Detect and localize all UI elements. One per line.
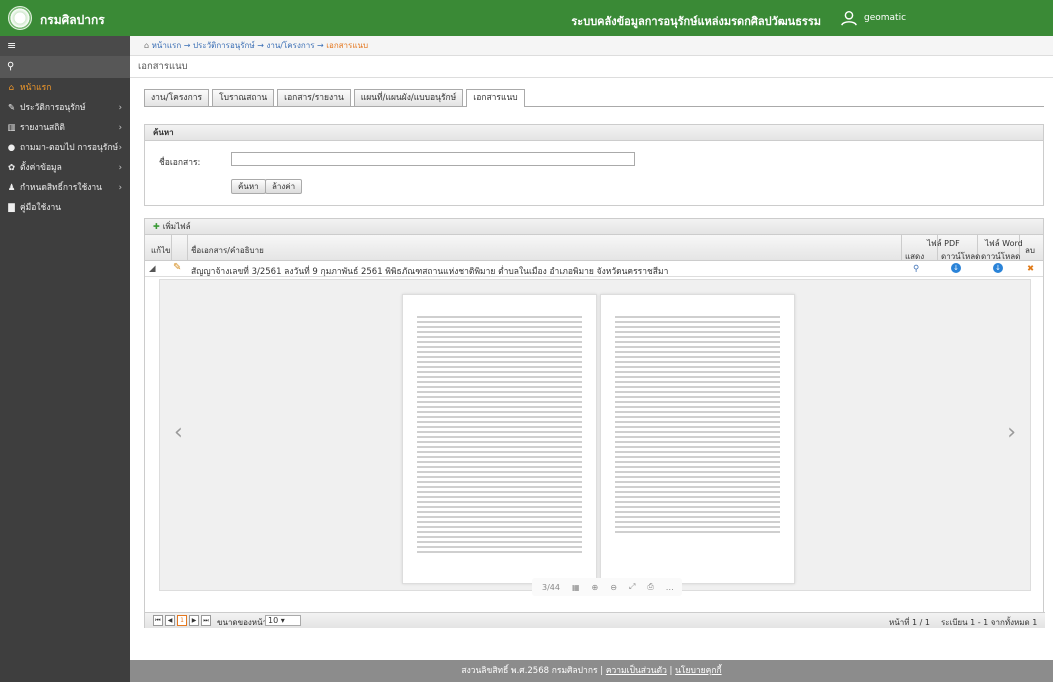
zoom-in-icon[interactable]: ⊕ (592, 583, 599, 592)
tab-projects[interactable]: งาน/โครงการ (144, 89, 210, 106)
sidebar-item-settings[interactable]: ✿ ตั้งค่าข้อมูล › (0, 158, 130, 178)
expand-toggle-icon[interactable]: ◢ (149, 264, 156, 274)
sidebar-item-manual[interactable]: ▇ คู่มือใช้งาน (0, 198, 130, 218)
more-icon[interactable]: … (666, 583, 674, 592)
chevron-right-icon: › (118, 103, 122, 113)
document-page-right (600, 294, 795, 584)
sidebar-item-home[interactable]: ⌂ หน้าแรก (0, 78, 130, 98)
book-icon: ▇ (8, 203, 15, 213)
bar-chart-icon: ▥ (7, 123, 16, 133)
person-icon: ♟ (7, 183, 16, 193)
chevron-right-icon: › (118, 143, 122, 153)
col-name: ชื่อเอกสาร/คำอธิบาย (191, 246, 264, 255)
add-file-button[interactable]: ✚ เพิ่มไฟล์ (153, 222, 191, 231)
grid-toolbar: ✚ เพิ่มไฟล์ (145, 219, 1043, 235)
grid-pager: ⏮ ◀ 1 ▶ ⏭ ขนาดของหน้า: 10 ▾ หน้าที่ 1 / … (145, 612, 1045, 628)
comment-icon: ● (7, 143, 16, 153)
prev-page-icon[interactable]: ‹ (174, 420, 183, 445)
page-size-select[interactable]: 10 ▾ (265, 615, 301, 626)
sidebar-search-icon[interactable]: ⚲ (0, 56, 130, 78)
page-number-button[interactable]: 1 (177, 615, 187, 626)
last-page-icon[interactable]: ⏭ (201, 615, 211, 626)
system-title: ระบบคลังข้อมูลการอนุรักษ์แหล่งมรดกศิลปวั… (571, 15, 821, 28)
chevron-down-icon: ▾ (280, 616, 285, 625)
home-icon[interactable]: ⌂ (144, 41, 149, 50)
next-page-button-icon[interactable]: ▶ (189, 615, 199, 626)
user-menu[interactable]: geomatic (840, 9, 906, 27)
breadcrumb-separator: → (317, 41, 324, 50)
plus-icon: ✚ (153, 222, 160, 231)
sidebar-item-history[interactable]: ✎ ประวัติการอนุรักษ์ › (0, 98, 130, 118)
breadcrumb-history[interactable]: ประวัติการอนุรักษ์ (193, 41, 255, 50)
house-icon: ⌂ (8, 83, 15, 93)
breadcrumb-separator: → (183, 41, 191, 50)
tab-ancient-sites[interactable]: โบราณสถาน (212, 89, 275, 106)
top-bar: กรมศิลปากร ระบบคลังข้อมูลการอนุรักษ์แหล่… (0, 0, 1053, 36)
col-pdf-group: ไฟล์ PDF (927, 239, 960, 248)
username: geomatic (864, 13, 907, 23)
record-info: ระเบียน 1 - 1 จากทั้งหมด 1 (941, 618, 1038, 627)
document-name: สัญญาจ้างเลขที่ 3/2561 ลงวันที่ 9 กุมภาพ… (191, 267, 669, 277)
clear-button[interactable]: ล้างค่า (265, 179, 303, 194)
document-page-left (402, 294, 597, 584)
cookie-policy-link[interactable]: นโยบายคุกกี้ (675, 666, 721, 676)
col-edit: แก้ไข (151, 246, 171, 255)
breadcrumb: ⌂ หน้าแรก → ประวัติการอนุรักษ์ → งาน/โคร… (130, 36, 1053, 56)
privacy-link[interactable]: ความเป็นส่วนตัว (606, 666, 667, 676)
sidebar: ≡ ⚲ ⌂ หน้าแรก ✎ ประวัติการอนุรักษ์ › ▥ รายงา… (0, 36, 130, 682)
menu-toggle-icon[interactable]: ≡ (0, 36, 130, 56)
search-panel: ค้นหา ชื่อเอกสาร: ค้นหา ล้างค่า (144, 124, 1044, 206)
breadcrumb-current: เอกสารแนบ (326, 41, 369, 50)
breadcrumb-separator: → (257, 41, 264, 50)
col-word-group: ไฟล์ Word (985, 239, 1023, 248)
tab-documents[interactable]: เอกสาร/รายงาน (277, 89, 351, 106)
fullscreen-icon[interactable]: ⤢ (629, 582, 635, 592)
delete-icon[interactable]: ✖ (1027, 264, 1034, 274)
edit-icon[interactable]: ✎ (173, 262, 181, 273)
prev-page-button-icon[interactable]: ◀ (165, 615, 175, 626)
breadcrumb-home[interactable]: หน้าแรก (152, 41, 182, 50)
gear-icon: ✿ (7, 163, 16, 173)
table-row[interactable]: ◢ ✎ สัญญาจ้างเลขที่ 3/2561 ลงวันที่ 9 กุ… (145, 261, 1043, 277)
search-panel-header: ค้นหา (145, 125, 1043, 141)
brand-name[interactable]: กรมศิลปากร (40, 11, 105, 30)
zoom-out-icon[interactable]: ⊖ (610, 583, 617, 592)
show-pdf-icon[interactable]: ⚲ (913, 264, 919, 274)
document-name-label: ชื่อเอกสาร: (159, 158, 201, 168)
sidebar-item-reports[interactable]: ▥ รายงานสถิติ › (0, 118, 130, 138)
tab-maps[interactable]: แผนที่/แผนผัง/แบบอนุรักษ์ (353, 89, 464, 106)
chevron-right-icon: › (118, 163, 122, 173)
download-pdf-icon[interactable]: ↓ (951, 263, 961, 273)
next-page-icon[interactable]: › (1007, 420, 1016, 445)
download-word-icon[interactable]: ↓ (993, 263, 1003, 273)
copyright: สงวนลิขสิทธิ์ พ.ศ.2568 กรมศิลปากร (461, 666, 598, 676)
first-page-icon[interactable]: ⏮ (153, 615, 163, 626)
col-delete: ลบ (1025, 246, 1035, 255)
viewer-toolbar: 3/44 ▦ ⊕ ⊖ ⤢ ⎙ … (532, 578, 682, 596)
attachments-grid: ✚ เพิ่มไฟล์ แก้ไข ชื่อเอกสาร/คำอธิบาย ไฟล… (144, 218, 1045, 628)
pdf-viewer: ‹ › 3/44 ▦ ⊕ ⊖ ⤢ ⎙ … (159, 279, 1031, 596)
main-content: ⌂ หน้าแรก → ประวัติการอนุรักษ์ → งาน/โคร… (130, 36, 1053, 660)
breadcrumb-projects[interactable]: งาน/โครงการ (266, 41, 314, 50)
fine-arts-logo[interactable] (8, 6, 32, 30)
thumbnails-icon[interactable]: ▦ (572, 583, 580, 592)
page-info: หน้าที่ 1 / 1 (889, 618, 931, 627)
page-size-label: ขนาดของหน้า: (217, 618, 270, 627)
chevron-right-icon: › (118, 183, 122, 193)
grid-header: แก้ไข ชื่อเอกสาร/คำอธิบาย ไฟล์ PDF ไฟล์ … (145, 235, 1043, 261)
page-title: เอกสารแนบ (130, 56, 1053, 78)
tab-bar: งาน/โครงการ โบราณสถาน เอกสาร/รายงาน แผนท… (144, 89, 1044, 107)
document-name-input[interactable] (231, 152, 635, 166)
page-indicator: 3/44 (542, 582, 560, 592)
print-icon[interactable]: ⎙ (647, 582, 653, 592)
chevron-right-icon: › (118, 123, 122, 133)
footer: สงวนลิขสิทธิ์ พ.ศ.2568 กรมศิลปากร | ความ… (130, 660, 1053, 682)
sidebar-item-qa[interactable]: ● ถามมา-ตอบไป การอนุรักษ์ › (0, 138, 130, 158)
tab-attachments[interactable]: เอกสารแนบ (466, 89, 525, 107)
user-icon (841, 10, 857, 26)
search-button[interactable]: ค้นหา (231, 179, 266, 194)
sidebar-item-permissions[interactable]: ♟ กำหนดสิทธิ์การใช้งาน › (0, 178, 130, 198)
edit-icon: ✎ (7, 103, 16, 113)
